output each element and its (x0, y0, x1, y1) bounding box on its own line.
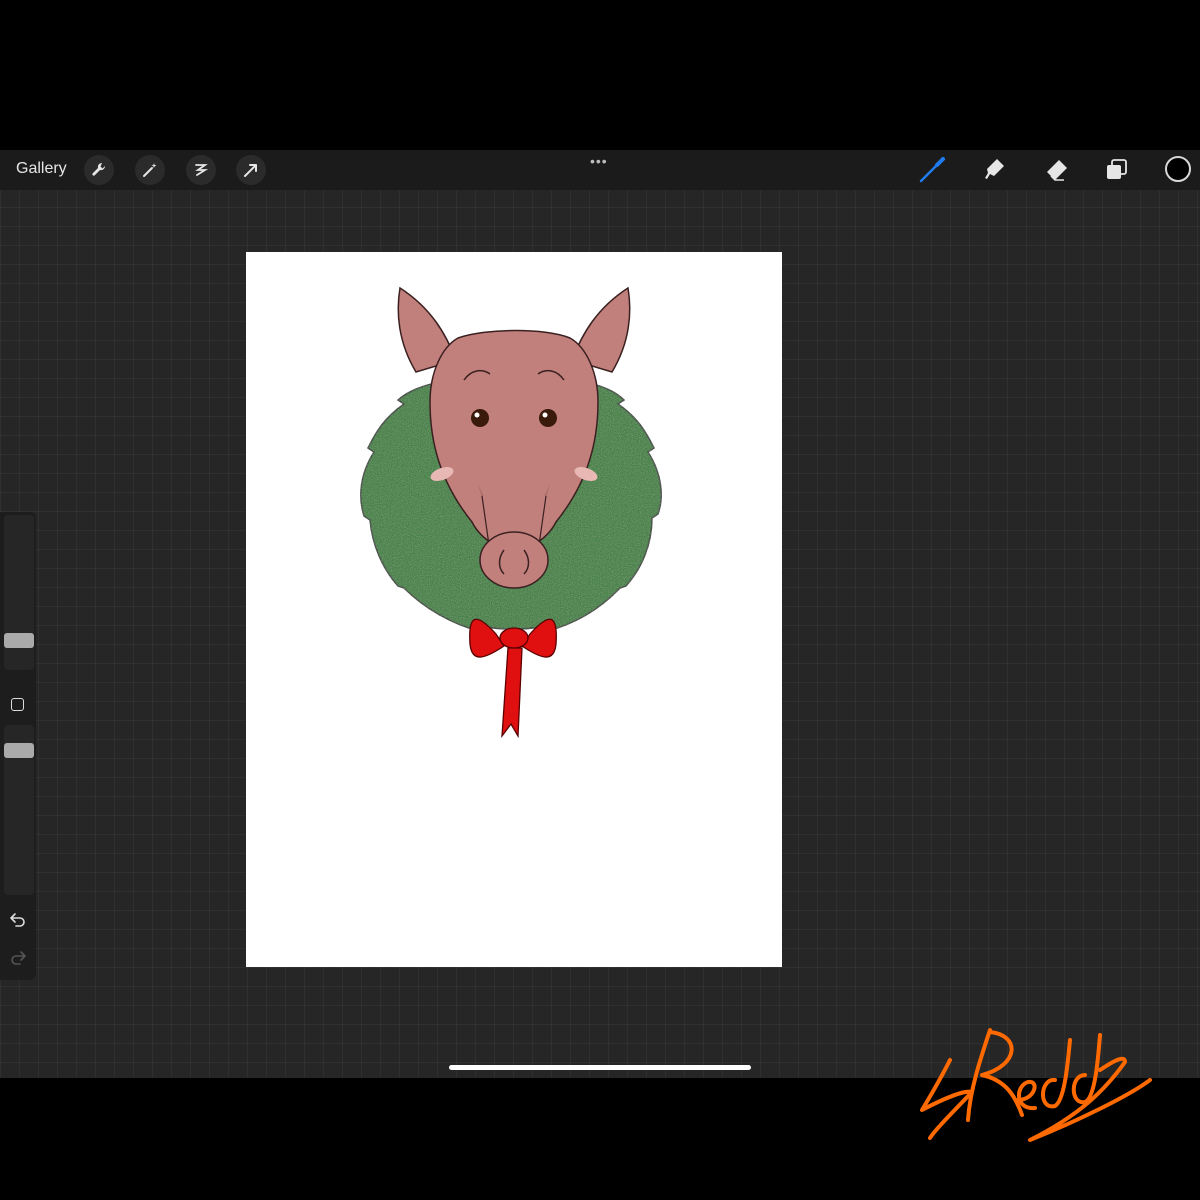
modify-button[interactable] (11, 698, 24, 711)
actions-button[interactable] (84, 155, 114, 185)
color-picker-button[interactable] (1165, 156, 1191, 182)
drawing-canvas[interactable] (246, 252, 782, 967)
artist-signature (920, 1028, 1152, 1142)
undo-icon[interactable] (9, 910, 27, 928)
selection-icon (195, 164, 209, 176)
redo-icon[interactable] (9, 948, 27, 966)
brush-icon[interactable] (918, 156, 946, 184)
transform-button[interactable] (236, 155, 266, 185)
wrench-icon (92, 162, 106, 176)
brush-size-thumb[interactable] (4, 633, 34, 648)
layers-icon[interactable] (1103, 156, 1131, 184)
adjustments-button[interactable] (135, 155, 165, 185)
gallery-button[interactable]: Gallery (16, 160, 67, 178)
more-options-handle[interactable]: ••• (590, 153, 608, 169)
home-indicator[interactable] (449, 1065, 751, 1070)
selection-button[interactable] (186, 155, 216, 185)
red-bow (469, 618, 557, 739)
transform-arrow-icon (244, 164, 257, 177)
pig-wreath-artwork (360, 286, 662, 739)
smudge-icon[interactable] (981, 156, 1009, 184)
eraser-icon[interactable] (1042, 156, 1070, 184)
opacity-thumb[interactable] (4, 743, 34, 758)
magic-wand-icon (143, 163, 157, 177)
